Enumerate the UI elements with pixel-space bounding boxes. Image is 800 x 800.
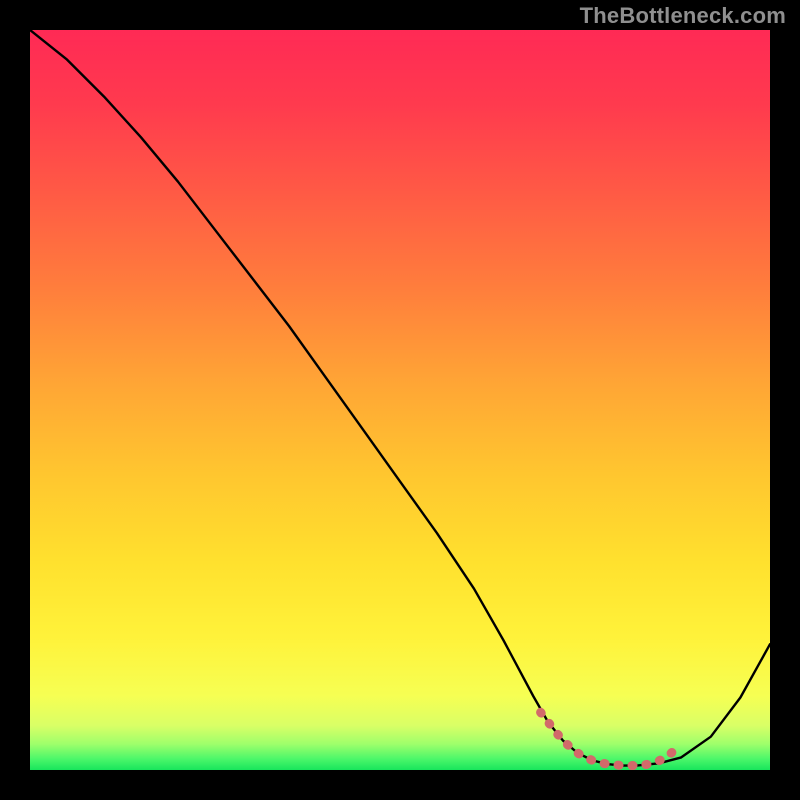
gradient-panel bbox=[30, 30, 770, 770]
bottleneck-chart bbox=[30, 30, 770, 770]
chart-frame: TheBottleneck.com bbox=[0, 0, 800, 800]
watermark-text: TheBottleneck.com bbox=[580, 3, 786, 29]
